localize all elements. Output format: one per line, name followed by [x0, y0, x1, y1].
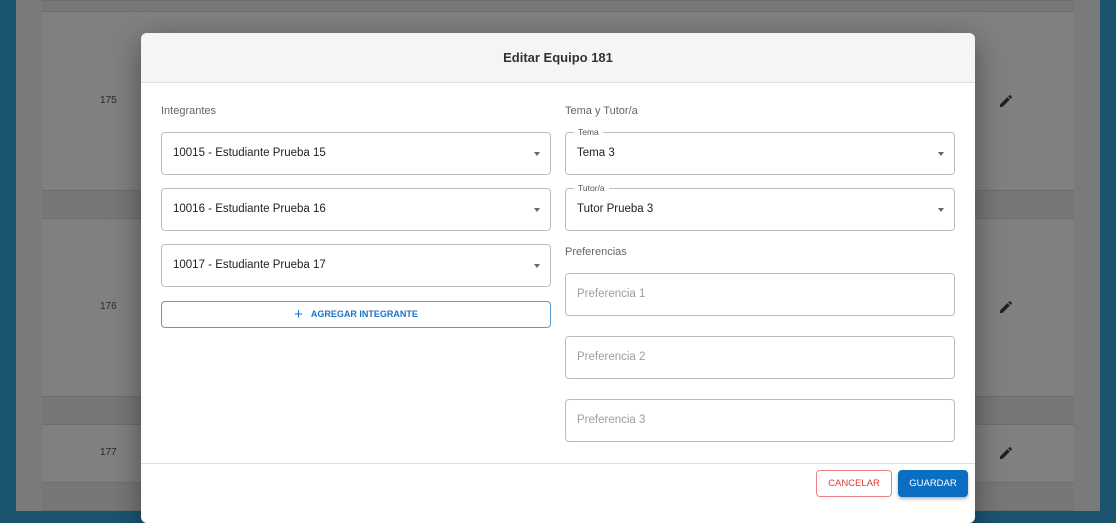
add-member-label: AGREGAR INTEGRANTE	[310, 309, 418, 319]
plus-icon: +	[294, 306, 303, 323]
placeholder: Preferencia 3	[577, 414, 646, 426]
preference-1-input[interactable]: Preferencia 1	[565, 273, 955, 316]
tutor-select[interactable]: Tutor/a Tutor Prueba 3	[565, 182, 955, 231]
edit-team-dialog: Editar Equipo 181 Integrantes 10015 - Es…	[141, 33, 975, 523]
pencil-icon[interactable]	[998, 445, 1014, 461]
topic-section-label: Tema y Tutor/a	[565, 105, 638, 117]
topic-select[interactable]: Tema Tema 3	[565, 126, 955, 175]
pencil-icon[interactable]	[998, 299, 1014, 315]
pencil-icon[interactable]	[998, 93, 1014, 109]
dialog-title: Editar Equipo 181	[141, 33, 975, 83]
row-id: 177	[100, 447, 117, 458]
left-margin	[16, 0, 42, 511]
caret-down-icon	[534, 264, 540, 268]
preference-2-input[interactable]: Preferencia 2	[565, 336, 955, 379]
add-member-button[interactable]: + AGREGAR INTEGRANTE	[161, 301, 551, 328]
placeholder: Preferencia 2	[577, 351, 646, 363]
preferences-label: Preferencias	[565, 246, 627, 258]
right-margin	[1074, 0, 1100, 511]
caret-down-icon	[938, 208, 944, 212]
topic-label: Tema	[574, 126, 603, 138]
topic-value: Tema 3	[577, 147, 615, 159]
member-select-3[interactable]: 10017 - Estudiante Prueba 17	[161, 244, 551, 287]
tutor-label: Tutor/a	[574, 182, 609, 194]
members-label: Integrantes	[161, 105, 217, 117]
dialog-footer-divider	[141, 463, 975, 464]
caret-down-icon	[534, 208, 540, 212]
member-select-2[interactable]: 10016 - Estudiante Prueba 16	[161, 188, 551, 231]
row-id: 176	[100, 301, 117, 312]
member-value: 10016 - Estudiante Prueba 16	[173, 203, 326, 215]
tutor-value: Tutor Prueba 3	[577, 203, 654, 215]
placeholder: Preferencia 1	[577, 288, 646, 300]
member-value: 10017 - Estudiante Prueba 17	[173, 259, 326, 271]
member-value: 10015 - Estudiante Prueba 15	[173, 147, 326, 159]
save-button[interactable]: GUARDAR	[898, 470, 968, 497]
row-id: 175	[100, 95, 117, 106]
preference-3-input[interactable]: Preferencia 3	[565, 399, 955, 442]
caret-down-icon	[534, 152, 540, 156]
caret-down-icon	[938, 152, 944, 156]
member-select-1[interactable]: 10015 - Estudiante Prueba 15	[161, 132, 551, 175]
cancel-button[interactable]: CANCELAR	[816, 470, 892, 497]
